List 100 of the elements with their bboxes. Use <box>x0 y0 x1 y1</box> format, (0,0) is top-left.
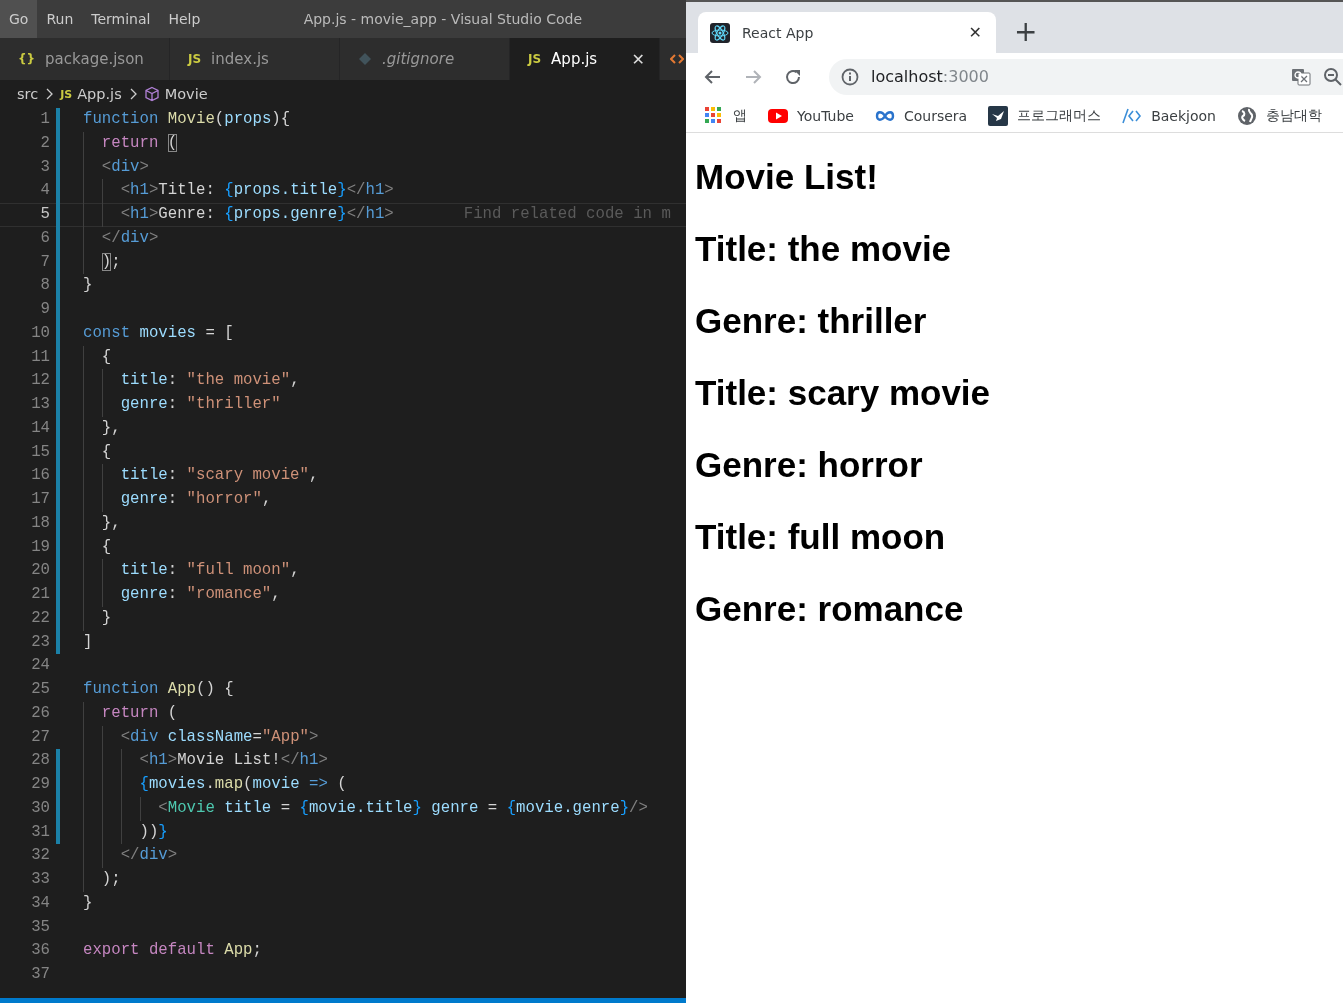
code-line: <Movie title = {movie.title} genre = {movie.genre}/> <box>83 796 648 821</box>
code-line: ))} <box>83 820 168 845</box>
bookmark[interactable]: Coursera <box>874 106 968 126</box>
code-line: } <box>83 892 93 914</box>
code-line: <h1>Title: {props.title}</h1> <box>83 179 394 203</box>
line-number: 5 <box>39 204 50 225</box>
json-file-icon: {} <box>18 52 36 66</box>
address-bar[interactable]: localhost:3000 <box>829 58 1343 95</box>
bookmark[interactable]: 충남대학 <box>1236 106 1322 126</box>
cube-icon <box>143 86 160 102</box>
browser-tab[interactable]: React App ✕ <box>698 12 996 53</box>
menu-item[interactable]: Run <box>37 0 83 38</box>
menu-item[interactable]: Go <box>0 0 38 38</box>
line-number: 27 <box>30 726 50 748</box>
page-heading: Title: the movie <box>695 228 953 270</box>
line-number: 7 <box>39 251 50 273</box>
play-icon <box>768 106 788 126</box>
line-number: 10 <box>30 322 50 344</box>
line-number: 33 <box>30 869 50 890</box>
code-line: genre: "romance", <box>83 583 281 607</box>
line-number: 19 <box>30 536 50 558</box>
line-number: 18 <box>30 512 50 534</box>
line-number: 12 <box>30 370 50 392</box>
line-number: 24 <box>30 655 50 677</box>
line-number: 1 <box>39 109 50 130</box>
bookmark[interactable]: YouTube <box>768 106 854 126</box>
breadcrumb-item[interactable]: App.js <box>77 86 122 102</box>
line-number: 21 <box>30 584 50 605</box>
url-text: localhost:3000 <box>871 67 989 86</box>
chevron-right-icon <box>45 88 54 100</box>
line-number: 9 <box>39 299 50 320</box>
atom-icon <box>710 22 730 43</box>
globe-icon <box>1236 106 1257 126</box>
close-icon[interactable]: ✕ <box>631 49 645 69</box>
line-number: 28 <box>30 750 50 772</box>
editor-tab[interactable]: {} package.json <box>0 38 170 80</box>
line-number: 36 <box>30 940 50 962</box>
code-line: {movies.map(movie => ( <box>83 773 347 797</box>
code-line: <div className="App"> <box>83 725 319 750</box>
code-line: title: "scary movie", <box>83 464 319 488</box>
code-line: <div> <box>83 155 149 180</box>
line-number: 4 <box>39 180 50 202</box>
bookmark[interactable]: 앱 <box>704 106 747 126</box>
page-heading: Genre: romance <box>695 588 965 630</box>
line-number: 3 <box>39 156 50 178</box>
translate-icon <box>1291 67 1311 86</box>
line-number: 34 <box>30 892 50 914</box>
page-heading: Title: scary movie <box>695 372 992 414</box>
line-number: 31 <box>30 821 50 843</box>
line-number: 13 <box>30 394 50 415</box>
code-line: function App() { <box>83 679 234 700</box>
code-line: return ( <box>83 131 178 156</box>
diamond-icon <box>358 52 372 66</box>
bookmark[interactable]: Baekjoon <box>1122 106 1216 126</box>
code-line: title: "full moon", <box>83 559 300 583</box>
js-file-icon: JS <box>60 87 73 101</box>
line-number: 8 <box>39 275 50 297</box>
page-heading: Genre: horror <box>695 444 924 486</box>
breadcrumb-item[interactable]: src <box>17 86 39 102</box>
editor-tab[interactable] <box>660 38 686 80</box>
line-number: 2 <box>39 132 50 154</box>
line-number: 37 <box>30 964 50 985</box>
editor-tab[interactable]: .gitignore <box>340 38 510 80</box>
code-line: } <box>83 606 112 631</box>
chevron-right-icon <box>128 88 137 100</box>
menu-item[interactable]: Terminal <box>82 0 160 38</box>
code-line: <h1>Genre: {props.genre}</h1> <box>83 203 394 227</box>
line-number: 32 <box>30 845 50 867</box>
code-line: ] <box>83 631 93 653</box>
line-number: 25 <box>30 679 50 700</box>
code-line: <h1>Movie List!</h1> <box>83 749 328 773</box>
code-line: genre: "thriller" <box>83 393 281 417</box>
line-number: 11 <box>30 346 50 368</box>
line-number: 22 <box>30 607 50 629</box>
line-number: 26 <box>30 702 50 724</box>
line-number: 17 <box>30 489 50 510</box>
code-line: const movies = [ <box>83 322 234 344</box>
line-number: 35 <box>30 916 50 938</box>
code-line: function Movie(props){ <box>83 109 291 130</box>
code-icon <box>1122 106 1143 126</box>
new-tab-button[interactable]: + <box>1014 12 1038 53</box>
menu-item[interactable]: Help <box>159 0 210 38</box>
code-line: return ( <box>83 701 178 726</box>
line-number: 29 <box>30 774 50 795</box>
line-number: 16 <box>30 465 50 487</box>
code-line: ); <box>83 868 121 892</box>
grid-icon <box>704 106 724 126</box>
code-line: }, <box>83 511 121 536</box>
breadcrumb-item[interactable]: Movie <box>164 86 208 102</box>
code-line: export default App; <box>83 940 262 962</box>
page-heading: Title: full moon <box>695 516 947 558</box>
page-heading: Movie List! <box>695 156 879 198</box>
line-number: 23 <box>30 631 50 653</box>
bookmark[interactable]: 프로그래머스 <box>988 106 1102 126</box>
code-line: }, <box>83 416 121 441</box>
editor-tab[interactable]: JS App.js ✕ <box>510 38 660 80</box>
editor-tab[interactable]: JS index.js <box>170 38 340 80</box>
code-line: { <box>83 440 112 465</box>
bird-icon <box>988 106 1009 126</box>
close-icon[interactable]: ✕ <box>968 23 982 42</box>
